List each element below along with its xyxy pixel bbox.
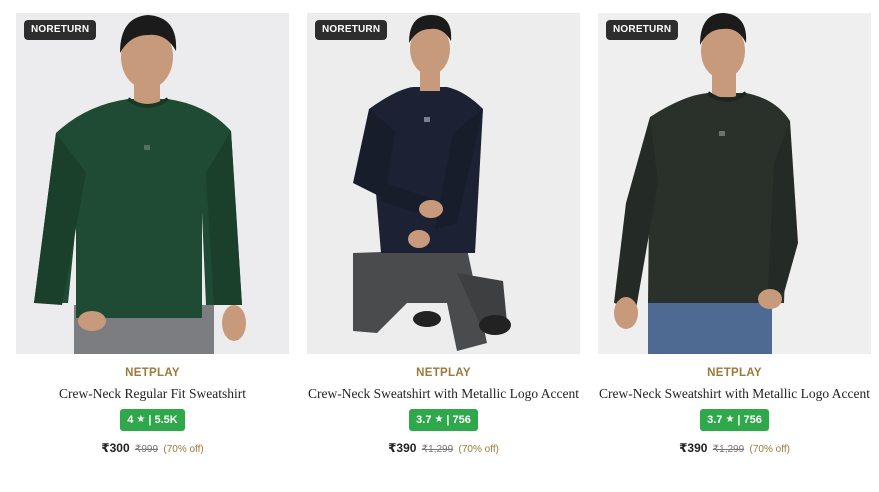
- rating-separator: |: [148, 414, 152, 426]
- rating-badge: 3.7 ★ | 756: [700, 409, 769, 431]
- price-row: ₹300 ₹999 (70% off): [101, 441, 204, 457]
- noreturn-badge: NORETURN: [606, 20, 679, 40]
- rating-badge: 3.7 ★ | 756: [409, 409, 478, 431]
- product-brand: NETPLAY: [125, 367, 180, 379]
- product-image[interactable]: NORETURN: [16, 13, 289, 354]
- original-price: ₹1,299: [421, 444, 454, 455]
- product-card[interactable]: NORETURN NETPLAY Crew-Neck Sweatshirt wi…: [307, 13, 580, 457]
- product-card[interactable]: NORETURN NETPLAY Crew-Neck Sweatshirt wi…: [598, 13, 871, 457]
- original-price: ₹1,299: [712, 444, 745, 455]
- product-photo-illustration: [307, 13, 580, 354]
- product-image[interactable]: NORETURN: [598, 13, 871, 354]
- noreturn-badge: NORETURN: [315, 20, 388, 40]
- product-photo-illustration: [598, 13, 871, 354]
- rating-value: 3.7: [416, 414, 432, 426]
- product-title[interactable]: Crew-Neck Sweatshirt with Metallic Logo …: [599, 385, 870, 402]
- current-price: ₹300: [101, 441, 130, 455]
- product-brand: NETPLAY: [416, 367, 471, 379]
- rating-value: 4: [127, 414, 134, 426]
- current-price: ₹390: [679, 441, 708, 455]
- product-photo-illustration: [16, 13, 289, 354]
- discount-label: (70% off): [458, 444, 499, 455]
- current-price: ₹390: [388, 441, 417, 455]
- product-title[interactable]: Crew-Neck Sweatshirt with Metallic Logo …: [308, 385, 579, 402]
- star-icon: ★: [725, 414, 735, 425]
- review-count: 756: [452, 414, 471, 426]
- product-grid: NORETURN NETPLAY Crew-Neck Regular Fit S…: [16, 13, 871, 457]
- product-title[interactable]: Crew-Neck Regular Fit Sweatshirt: [59, 385, 246, 402]
- star-icon: ★: [136, 414, 146, 425]
- rating-value: 3.7: [707, 414, 723, 426]
- rating-separator: |: [446, 414, 450, 426]
- discount-label: (70% off): [749, 444, 790, 455]
- discount-label: (70% off): [163, 444, 204, 455]
- review-count: 5.5K: [154, 414, 178, 426]
- price-row: ₹390 ₹1,299 (70% off): [679, 441, 790, 457]
- product-brand: NETPLAY: [707, 367, 762, 379]
- noreturn-badge: NORETURN: [24, 20, 97, 40]
- review-count: 756: [743, 414, 762, 426]
- rating-badge: 4 ★ | 5.5K: [120, 409, 185, 431]
- original-price: ₹999: [134, 444, 159, 455]
- star-icon: ★: [434, 414, 444, 425]
- rating-separator: |: [737, 414, 741, 426]
- product-card[interactable]: NORETURN NETPLAY Crew-Neck Regular Fit S…: [16, 13, 289, 457]
- product-image[interactable]: NORETURN: [307, 13, 580, 354]
- price-row: ₹390 ₹1,299 (70% off): [388, 441, 499, 457]
